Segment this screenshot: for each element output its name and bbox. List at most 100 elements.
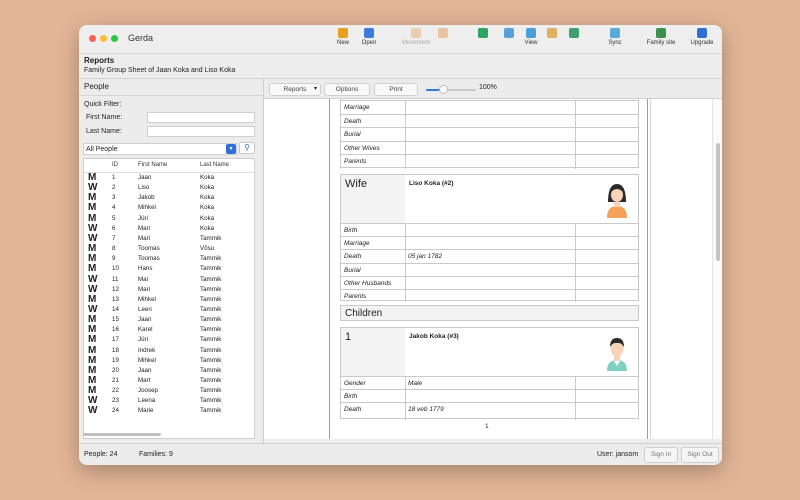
table-row[interactable]: M 1 Jaan Koka — [84, 172, 254, 183]
report-page-area: Marriage Death Burial Other Wives Parents Wi… — [264, 99, 712, 439]
people-count: People: 24 — [84, 451, 118, 458]
female-avatar-icon — [607, 184, 627, 218]
person-id: 16 — [112, 326, 119, 334]
toolbar-button-view[interactable]: View — [523, 28, 539, 54]
column-id[interactable]: ID — [112, 162, 118, 168]
last-name: Tammik — [200, 316, 222, 324]
minimize-window-icon[interactable] — [100, 35, 107, 42]
print-button[interactable]: Print — [374, 83, 418, 96]
detail-row: Parents — [341, 289, 638, 303]
person-id: 11 — [112, 275, 119, 283]
wife-title: Wife — [345, 178, 367, 190]
toolbar-button-family-site[interactable]: Family site — [643, 28, 679, 54]
table-row[interactable]: M 19 Mihkel Tammik — [84, 355, 254, 366]
first-name: Mihkel — [138, 204, 156, 212]
sidebar-divider — [79, 95, 263, 96]
table-row[interactable]: M 5 Jüri Koka — [84, 213, 254, 224]
table-row[interactable]: W 23 Leena Tammik — [84, 395, 254, 406]
table-row[interactable]: W 14 Leen Tammik — [84, 304, 254, 315]
toolbar-button-new[interactable]: New — [335, 28, 351, 54]
movement-arrows-icon — [411, 28, 421, 38]
first-name: Mari — [138, 224, 151, 232]
table-row[interactable]: W 6 Mari Koka — [84, 223, 254, 234]
table-row[interactable]: M 16 Karel Tammik — [84, 324, 254, 335]
tree-view-icon — [478, 28, 488, 38]
child-number: 1 — [345, 331, 352, 343]
person-id: 20 — [112, 366, 119, 374]
table-row[interactable]: W 7 Mari Tammik — [84, 233, 254, 244]
person-id: 7 — [112, 234, 116, 242]
table-row[interactable]: W 12 Mari Tammik — [84, 284, 254, 295]
toolbar-button-tree-view[interactable] — [476, 28, 490, 54]
first-name: Jakob — [138, 194, 155, 202]
sign-in-button[interactable]: Sign In — [644, 447, 678, 463]
male-avatar-icon — [607, 338, 627, 371]
table-row[interactable]: W 2 Liso Koka — [84, 182, 254, 193]
detail-row: Death — [341, 113, 638, 129]
reports-dropdown-button[interactable]: Reports ▾ — [269, 83, 321, 96]
first-name: Karel — [138, 326, 153, 334]
last-name-label: Last Name: — [86, 128, 122, 135]
last-name: Tammik — [200, 234, 222, 242]
toolbar-button-movement: Movement — [399, 28, 433, 54]
column-first-name[interactable]: First Name — [138, 162, 167, 168]
close-window-icon[interactable] — [89, 35, 96, 42]
first-name: Joosep — [138, 387, 158, 395]
table-row[interactable]: M 22 Joosep Tammik — [84, 385, 254, 396]
table-row[interactable]: M 13 Mihkel Tammik — [84, 294, 254, 305]
table-row[interactable]: M 20 Jaan Tammik — [84, 365, 254, 376]
last-name: Koka — [200, 224, 215, 232]
first-name-input[interactable] — [147, 112, 255, 123]
wife-details-table: Wife Liso Koka (#2) Birth Marriage Death 05… — [340, 174, 639, 303]
toolbar-button-report-view[interactable] — [545, 28, 559, 54]
table-row[interactable]: M 21 Mart Tammik — [84, 375, 254, 386]
app-title: Gerda — [128, 33, 154, 43]
person-id: 17 — [112, 336, 119, 344]
toolbar-button-sync[interactable]: Sync — [606, 28, 624, 54]
horizontal-scrollbar[interactable] — [83, 433, 161, 436]
first-name: Toomas — [138, 255, 160, 263]
map-view-icon — [569, 28, 579, 38]
table-row[interactable]: M 17 Jüri Tammik — [84, 334, 254, 345]
first-name: Leen — [138, 305, 152, 313]
table-row[interactable]: W 11 Mai Tammik — [84, 274, 254, 285]
people-filter-select[interactable]: All People ▾ — [83, 143, 237, 155]
table-row[interactable]: W 24 Marie Tammik — [84, 405, 254, 416]
search-button[interactable]: ⚲ — [239, 142, 255, 154]
detail-row: Burial — [341, 127, 638, 142]
toolbar-button-map-view[interactable] — [567, 28, 581, 54]
person-id: 10 — [112, 265, 119, 273]
table-row[interactable]: M 3 Jakob Koka — [84, 192, 254, 203]
sign-out-button[interactable]: Sign Out — [681, 447, 719, 463]
last-name: Koka — [200, 174, 215, 181]
table-row[interactable]: M 15 Jaan Tammik — [84, 314, 254, 325]
table-row[interactable]: M 8 Toomas Võsu — [84, 243, 254, 254]
table-row[interactable]: M 18 Indrek Tammik — [84, 345, 254, 356]
options-button[interactable]: Options — [324, 83, 370, 96]
zoom-slider[interactable] — [426, 85, 476, 94]
person-id: 19 — [112, 356, 119, 364]
detail-row: Parents — [341, 154, 638, 169]
toolbar-button-upgrade[interactable]: Upgrade — [687, 28, 717, 54]
person-id: 9 — [112, 255, 116, 263]
last-name-input[interactable] — [147, 126, 255, 137]
person-id: 21 — [112, 377, 119, 384]
table-row[interactable]: M 10 Hans Tammik — [84, 263, 254, 274]
person-id: 2 — [112, 184, 116, 192]
table-row[interactable]: M 4 Mihkel Koka — [84, 202, 254, 213]
new-person-icon — [338, 28, 348, 38]
report-vertical-scrollbar[interactable] — [712, 99, 722, 439]
reports-button-label: Reports — [283, 86, 307, 93]
last-name: Tammik — [200, 265, 222, 273]
toolbar-button-open[interactable]: Open — [360, 28, 378, 54]
column-last-name[interactable]: Last Name — [200, 162, 229, 168]
last-name: Tammik — [200, 356, 222, 364]
toolbar-button-photo-view[interactable] — [502, 28, 516, 54]
detail-label: Other Wives — [344, 144, 380, 152]
report-scroll-thumb[interactable] — [716, 143, 720, 261]
zoom-slider-knob[interactable] — [439, 85, 448, 94]
toolbar-label: Movement — [401, 40, 430, 46]
table-row[interactable]: M 9 Toomas Tammik — [84, 253, 254, 264]
children-title: Children — [345, 308, 383, 319]
zoom-window-icon[interactable] — [111, 35, 118, 42]
